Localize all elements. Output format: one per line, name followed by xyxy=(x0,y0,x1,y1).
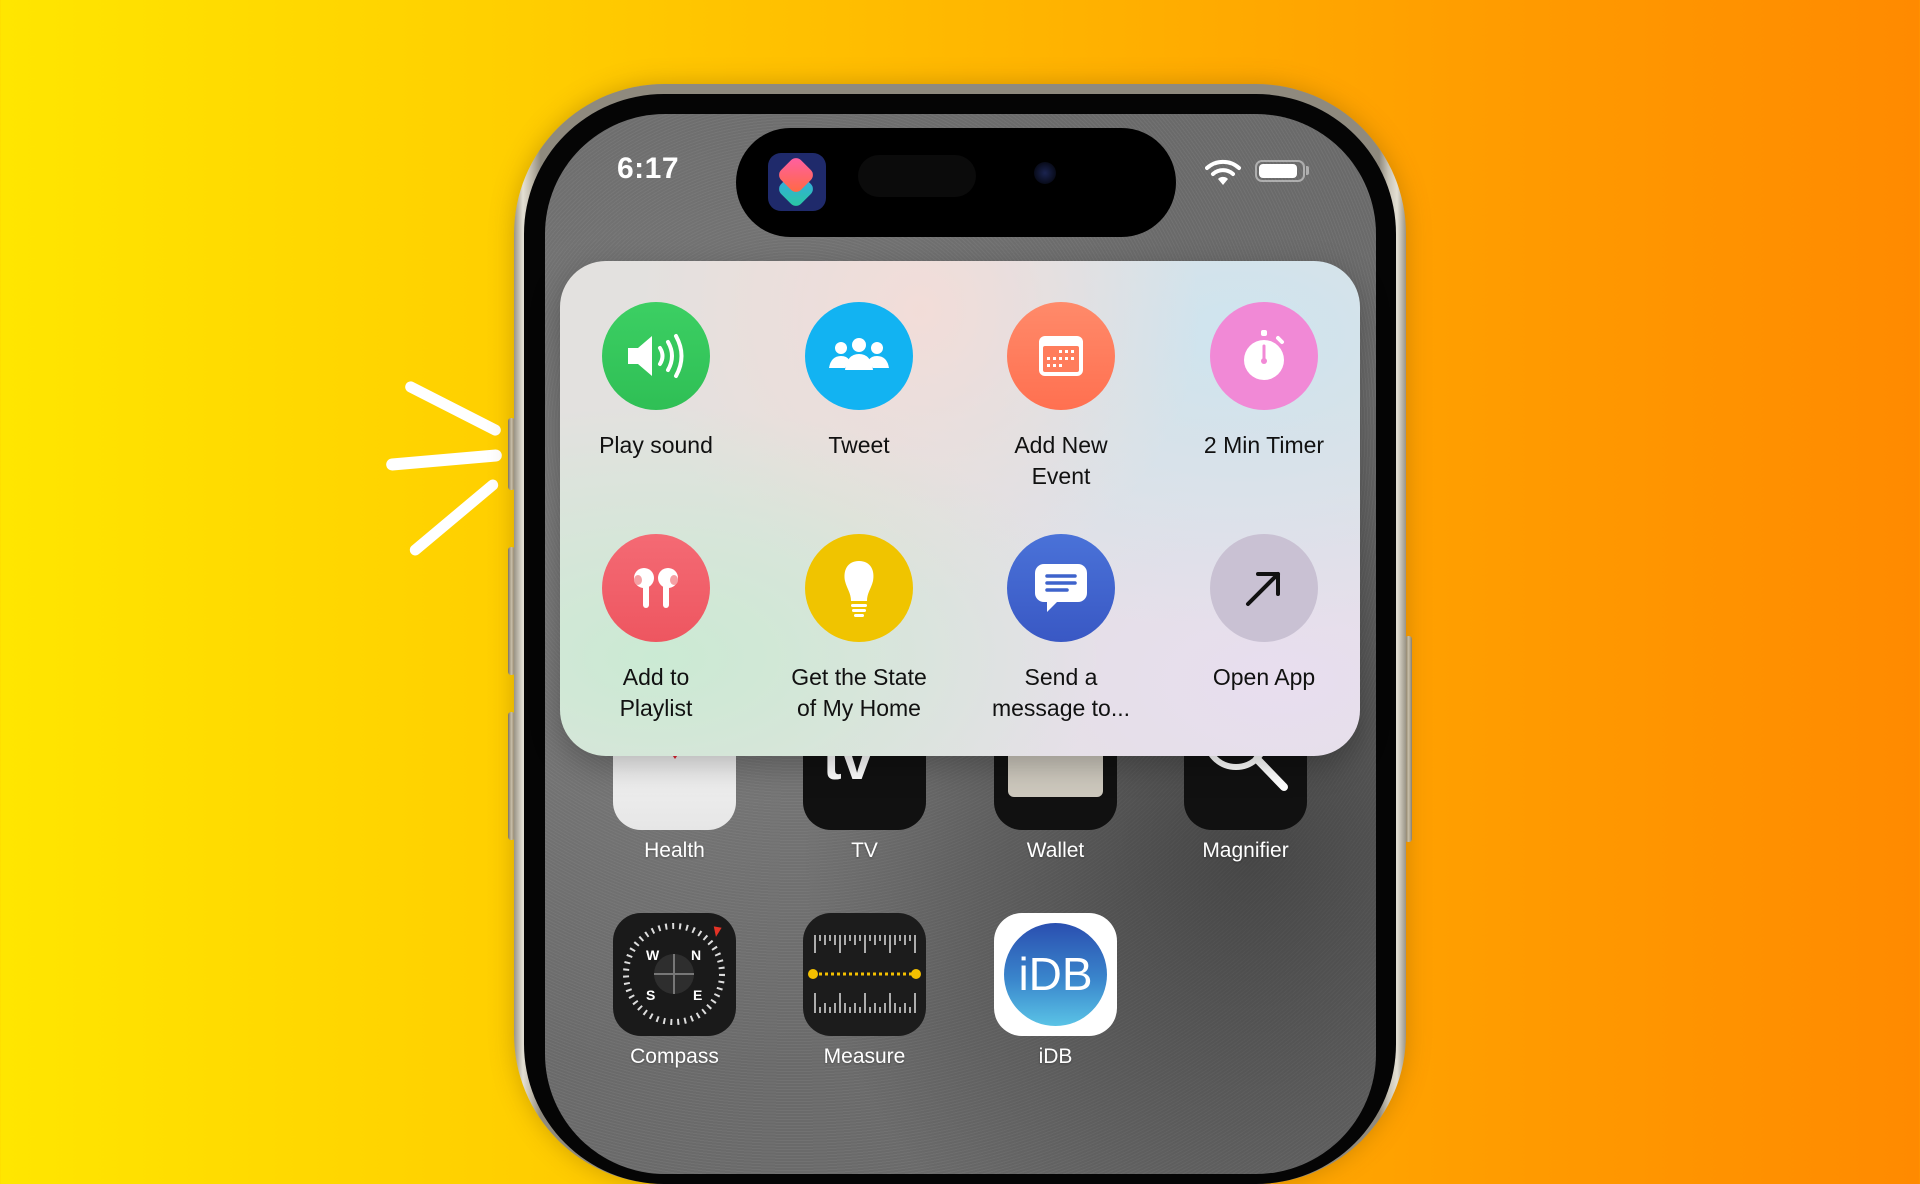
app-measure[interactable]: Measure xyxy=(803,913,926,1068)
callout-stroke xyxy=(385,448,503,472)
app-label: Measure xyxy=(823,1045,906,1068)
action-tweet[interactable]: Tweet xyxy=(759,302,959,461)
battery-icon xyxy=(1255,160,1305,182)
app-label: TV xyxy=(851,839,878,862)
wifi-icon xyxy=(1205,158,1241,186)
app-label: Compass xyxy=(630,1045,719,1068)
action-label: Get the State of My Home xyxy=(791,664,927,721)
battery-tip xyxy=(1306,166,1309,175)
stopwatch-icon xyxy=(1210,302,1318,410)
action-label: Add to Playlist xyxy=(619,664,693,721)
callout-stroke xyxy=(403,379,503,438)
action-play-sound[interactable]: Play sound xyxy=(556,302,756,461)
compass-icon: W N S E xyxy=(613,913,736,1036)
people-icon xyxy=(805,302,913,410)
app-compass[interactable]: W N S E Compass xyxy=(613,913,736,1068)
action-send-message[interactable]: Send a message to... xyxy=(961,534,1161,724)
idb-icon: iDB xyxy=(994,913,1117,1036)
action-2-min-timer[interactable]: 2 Min Timer xyxy=(1164,302,1364,461)
action-add-to-playlist[interactable]: Add to Playlist xyxy=(556,534,756,724)
airpods-icon xyxy=(602,534,710,642)
island-sensor xyxy=(858,155,976,197)
speaker-icon xyxy=(602,302,710,410)
action-label: Play sound xyxy=(599,432,713,458)
side-button[interactable] xyxy=(1405,636,1412,842)
action-add-new-event[interactable]: Add New Event xyxy=(961,302,1161,492)
svg-text:S: S xyxy=(646,987,655,1003)
measure-icon xyxy=(803,913,926,1036)
status-time: 6:17 xyxy=(617,152,680,185)
callout-stroke xyxy=(407,477,501,558)
action-label: Open App xyxy=(1212,664,1316,690)
arrow-up-right-icon xyxy=(1210,534,1318,642)
svg-text:E: E xyxy=(693,987,702,1003)
action-label: Add New Event xyxy=(1014,432,1108,489)
app-label: iDB xyxy=(1038,1045,1073,1068)
shortcuts-icon[interactable] xyxy=(768,153,826,211)
action-open-app[interactable]: Open App xyxy=(1164,534,1364,693)
lightbulb-icon xyxy=(805,534,913,642)
svg-text:N: N xyxy=(691,947,701,963)
action-get-home-state[interactable]: Get the State of My Home xyxy=(759,534,959,724)
app-label: Magnifier xyxy=(1202,839,1289,862)
shortcuts-menu: Play sound Tweet Add New Event 2 Min Tim… xyxy=(560,261,1360,756)
app-label: Wallet xyxy=(1026,839,1085,862)
action-label: Send a message to... xyxy=(991,664,1131,721)
front-camera xyxy=(1034,162,1056,184)
svg-text:W: W xyxy=(646,947,660,963)
app-idb[interactable]: iDB iDB xyxy=(994,913,1117,1068)
calendar-icon xyxy=(1007,302,1115,410)
message-icon xyxy=(1007,534,1115,642)
app-label: Health xyxy=(644,839,705,862)
action-label: 2 Min Timer xyxy=(1203,432,1325,458)
action-label: Tweet xyxy=(828,432,890,458)
